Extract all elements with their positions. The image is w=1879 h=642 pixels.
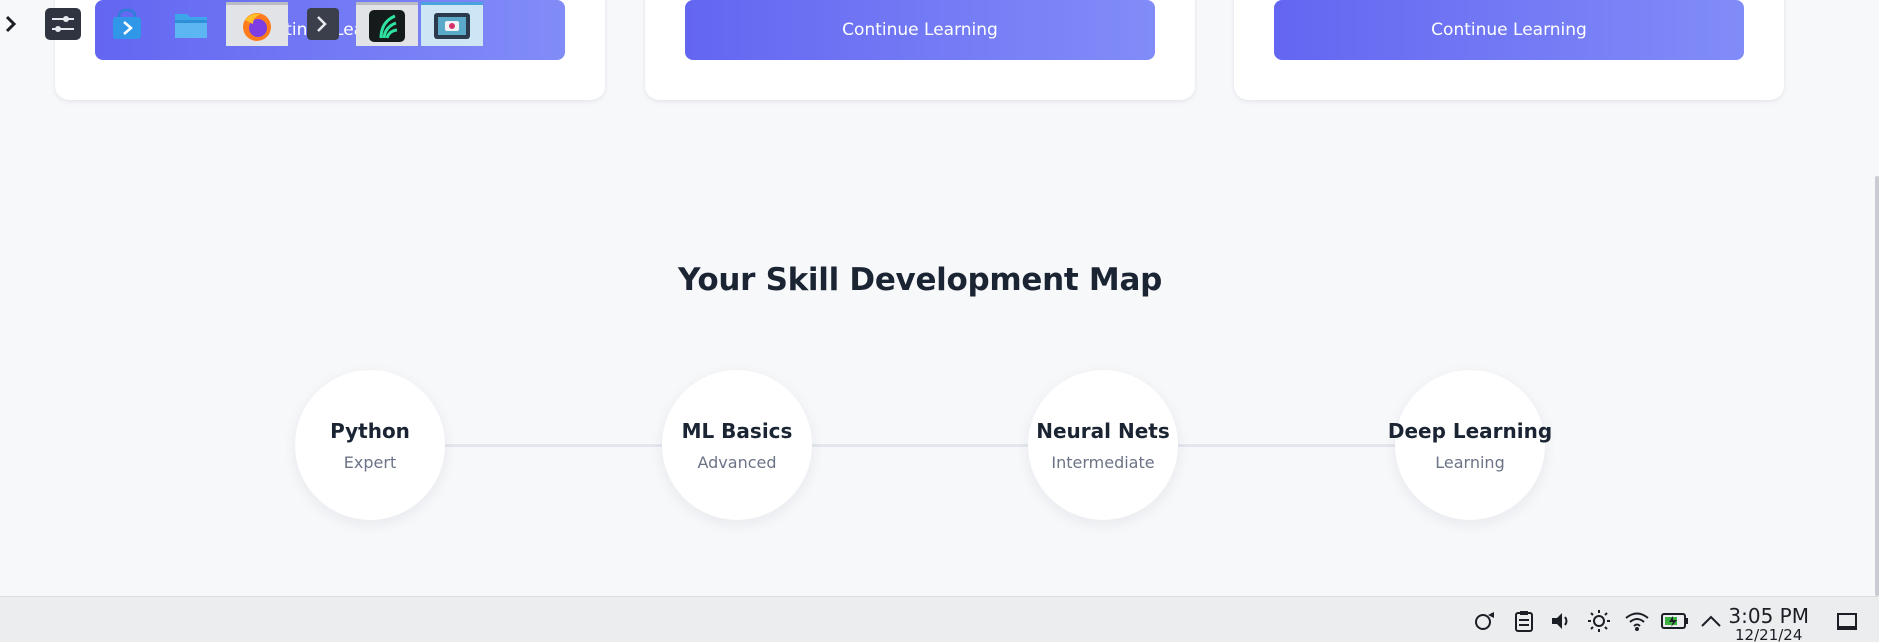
tray-expand-icon[interactable] — [1693, 600, 1729, 642]
skill-node-ml-basics[interactable]: ML Basics Advanced — [662, 370, 812, 520]
skill-name: Deep Learning — [1387, 418, 1553, 443]
skill-node-neural-nets[interactable]: Neural Nets Intermediate — [1028, 370, 1178, 520]
file-manager-icon[interactable] — [160, 2, 222, 46]
continue-learning-button[interactable]: Continue Learning — [685, 0, 1155, 60]
wifi-icon[interactable] — [1619, 600, 1655, 642]
firefox-icon[interactable] — [226, 2, 288, 46]
battery-icon[interactable] — [1657, 600, 1693, 642]
skill-name: Python — [330, 418, 410, 443]
clock-date: 12/21/24 — [1735, 626, 1803, 642]
course-card: Continue Learning — [645, 0, 1195, 100]
continue-learning-button[interactable]: Continue Learning — [1274, 0, 1744, 60]
network-icon[interactable] — [1468, 600, 1504, 642]
skill-level: Expert — [343, 452, 397, 472]
clock[interactable]: 3:05 PM 12/21/24 — [1728, 606, 1809, 642]
course-card: Continue Learning — [1234, 0, 1784, 100]
skill-name: ML Basics — [681, 418, 793, 443]
skill-level: Intermediate — [1051, 452, 1155, 472]
settings-icon[interactable] — [32, 2, 94, 46]
show-desktop-icon[interactable] — [1829, 600, 1865, 642]
volume-icon[interactable] — [1543, 600, 1579, 642]
page-scrollbar[interactable] — [1875, 176, 1879, 596]
skill-node-python[interactable]: Python Expert — [295, 370, 445, 520]
skill-level: Learning — [1435, 452, 1505, 472]
skill-level: Advanced — [697, 452, 777, 472]
clock-time: 3:05 PM — [1728, 604, 1809, 628]
skill-map-title: Your Skill Development Map — [678, 262, 1162, 298]
screenshot-icon[interactable] — [421, 2, 483, 46]
brightness-icon[interactable] — [1581, 600, 1617, 642]
application-launcher-icon[interactable] — [0, 2, 22, 46]
software-store-icon[interactable] — [96, 2, 158, 46]
clipboard-icon[interactable] — [1506, 600, 1542, 642]
skill-connector-line — [370, 444, 1470, 447]
skill-node-deep-learning[interactable]: Deep Learning Learning — [1388, 370, 1552, 520]
skill-name: Neural Nets — [1036, 418, 1170, 443]
app-icon[interactable] — [356, 2, 418, 46]
terminal-icon[interactable] — [292, 2, 354, 46]
